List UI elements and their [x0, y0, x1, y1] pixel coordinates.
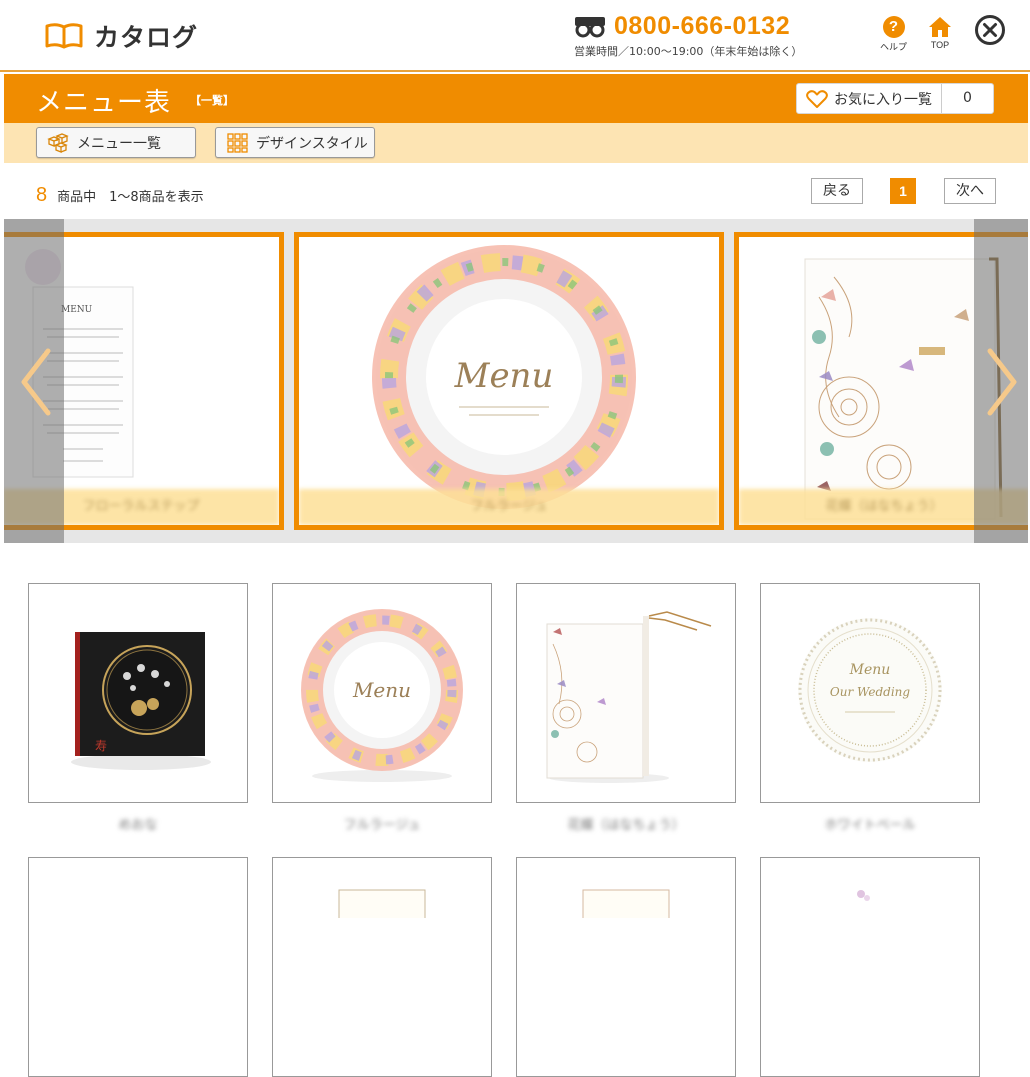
contact-phone: 0800-666-0132 営業時間／10:00〜19:00（年末年始は除く） — [574, 12, 802, 59]
favorites-button[interactable]: お気に入り一覧 0 — [796, 83, 994, 114]
product-image — [857, 890, 870, 901]
heart-icon — [806, 89, 828, 108]
product-name: 花蝶（はなちょう） — [567, 818, 685, 833]
carousel-slide[interactable]: Menu フルラージュ — [294, 232, 724, 530]
svg-text:Menu: Menu — [352, 678, 411, 702]
svg-text:寿: 寿 — [95, 739, 107, 753]
product-name: フルラージュ — [343, 818, 421, 833]
top-label: TOP — [930, 40, 950, 50]
menu-list-button[interactable]: メニュー一覧 — [36, 127, 196, 158]
design-style-label: デザインスタイル — [256, 135, 368, 152]
product-card[interactable] — [272, 857, 492, 1077]
product-card[interactable] — [28, 857, 248, 1077]
current-page[interactable]: 1 — [890, 178, 916, 204]
product-image — [582, 889, 670, 921]
product-image — [338, 889, 426, 921]
result-text: 商品中 1〜8商品を表示 — [57, 190, 204, 205]
app-title: カタログ — [94, 23, 199, 52]
product-name: ホワイトベール — [824, 818, 916, 833]
svg-text:Menu: Menu — [454, 356, 554, 396]
grid-icon — [227, 132, 248, 153]
flower-wreath-image: Menu — [372, 245, 636, 509]
home-icon — [929, 17, 951, 37]
next-page-button[interactable]: 次へ — [944, 178, 996, 204]
featured-carousel: MENU フローラルステップ Menu フルラージュ 花蝶（はなちょう） — [4, 219, 1028, 543]
page-title: メニュー表 — [36, 88, 172, 118]
slide-caption: フルラージュ — [299, 489, 719, 525]
menu-list-label: メニュー一覧 — [77, 135, 161, 152]
svg-text:Menu: Menu — [849, 662, 891, 678]
sub-nav: メニュー一覧 デザインスタイル — [4, 123, 1028, 163]
chevron-left-icon[interactable] — [16, 347, 56, 417]
svg-text:Our Wedding: Our Wedding — [830, 685, 911, 699]
design-style-button[interactable]: デザインスタイル — [215, 127, 375, 158]
chevron-right-icon[interactable] — [982, 347, 1022, 417]
favorites-label: お気に入り一覧 — [834, 91, 932, 108]
product-image: Menu — [301, 609, 463, 782]
result-summary: 8 商品中 1〜8商品を表示 — [36, 184, 204, 207]
free-dial-icon — [575, 16, 605, 37]
product-card[interactable] — [760, 857, 980, 1077]
prev-page-button[interactable]: 戻る — [811, 178, 863, 204]
open-book-icon — [45, 23, 83, 49]
favorites-count: 0 — [941, 84, 993, 113]
product-card[interactable]: Menu — [272, 583, 492, 803]
product-card[interactable] — [516, 583, 736, 803]
result-count: 8 — [36, 184, 48, 206]
phone-number[interactable]: 0800-666-0132 — [614, 12, 790, 41]
help-label: ヘルプ — [880, 42, 908, 52]
app-logo[interactable]: カタログ — [44, 18, 198, 54]
app-header: カタログ 0800-666-0132 営業時間／10:00〜19:00（年末年始… — [0, 0, 1030, 72]
business-hours: 営業時間／10:00〜19:00（年末年始は除く） — [574, 45, 803, 58]
product-image: Menu Our Wedding — [798, 618, 942, 762]
top-button[interactable]: TOP — [928, 16, 952, 50]
product-card[interactable]: 寿 — [28, 583, 248, 803]
help-button[interactable]: ? ヘルプ — [880, 16, 907, 53]
title-bar: メニュー表 【一覧】 お気に入り一覧 0 — [4, 74, 1028, 123]
close-icon[interactable] — [974, 14, 1006, 46]
boxes-icon — [47, 132, 69, 153]
product-card[interactable] — [516, 857, 736, 1077]
product-image: 寿 — [71, 632, 211, 770]
help-icon: ? — [882, 16, 905, 38]
product-image — [546, 611, 712, 783]
svg-text:MENU: MENU — [61, 305, 93, 315]
product-card[interactable]: Menu Our Wedding — [760, 583, 980, 803]
page-subtitle: 【一覧】 — [190, 94, 234, 107]
product-name: めおな — [118, 818, 158, 833]
